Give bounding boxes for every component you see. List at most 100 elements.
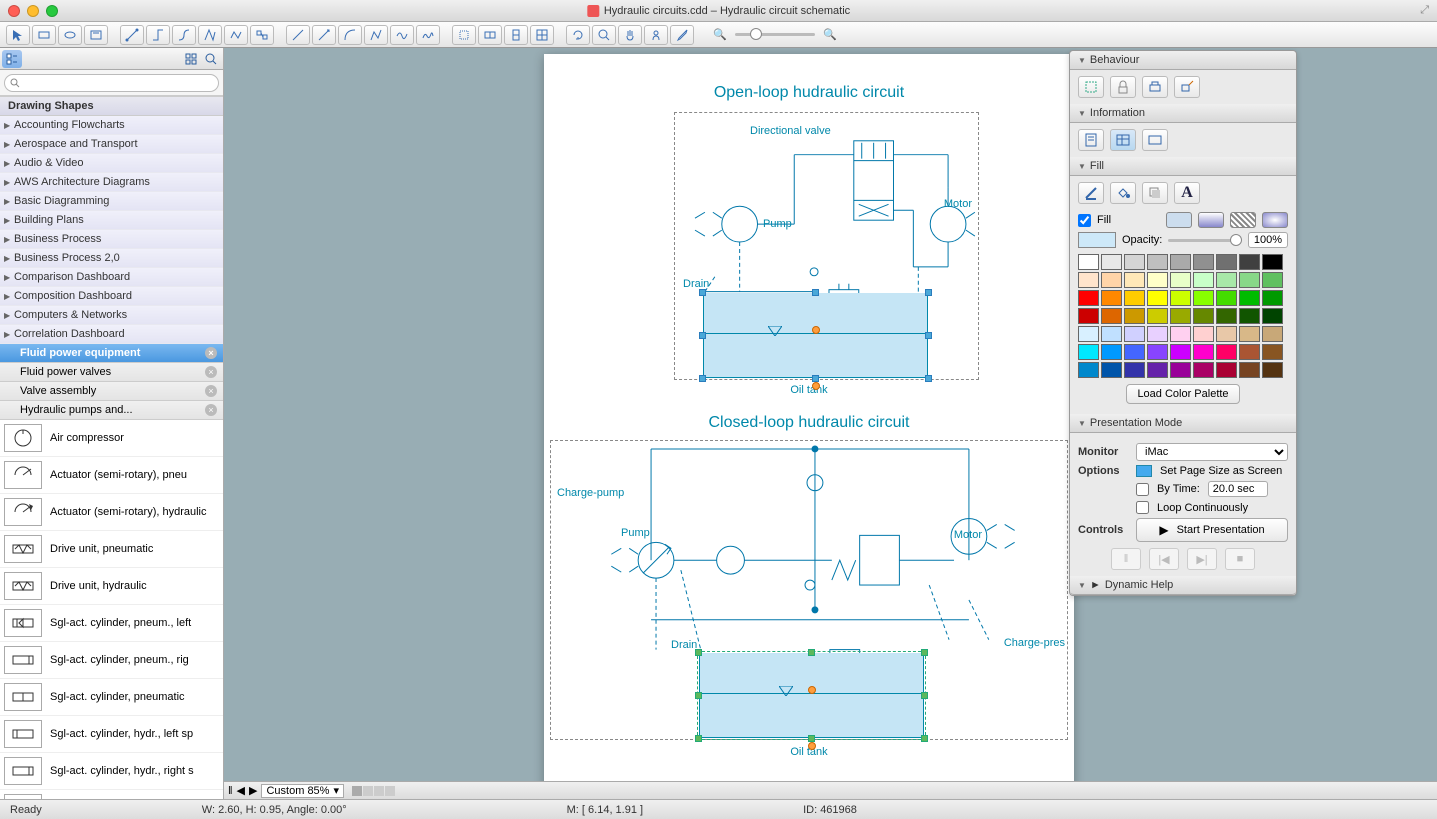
fill-header[interactable]: Fill: [1070, 157, 1296, 176]
sidebar-shape-item[interactable]: Sgl-act. cylinder, pneum., left: [0, 605, 223, 642]
dynamic-help-header[interactable]: ▼ Dynamic Help: [1070, 576, 1296, 595]
sidebar-open-library[interactable]: Fluid power valves×: [0, 363, 223, 382]
sidebar-open-library[interactable]: Valve assembly×: [0, 382, 223, 401]
sidebar-category[interactable]: Accounting Flowcharts: [0, 116, 223, 135]
sidebar-shape-item[interactable]: Sgl-act. cylinder, hydr., left sp: [0, 716, 223, 753]
close-icon[interactable]: ×: [205, 366, 217, 378]
behaviour-header[interactable]: Behaviour: [1070, 51, 1296, 70]
pan-tool[interactable]: [618, 25, 642, 45]
palette-swatch[interactable]: [1262, 290, 1283, 306]
palette-swatch[interactable]: [1124, 290, 1145, 306]
palette-swatch[interactable]: [1124, 308, 1145, 324]
fill-checkbox[interactable]: [1078, 214, 1091, 227]
by-time-checkbox[interactable]: [1136, 483, 1149, 496]
palette-swatch[interactable]: [1193, 272, 1214, 288]
align-tool-3[interactable]: [504, 25, 528, 45]
palette-swatch[interactable]: [1147, 344, 1168, 360]
opacity-slider[interactable]: [1168, 239, 1242, 242]
eyedropper-tool[interactable]: [670, 25, 694, 45]
palette-swatch[interactable]: [1262, 326, 1283, 342]
sidebar-shape-item[interactable]: Actuator (semi-rotary), hydraulic: [0, 494, 223, 531]
align-tool-1[interactable]: [452, 25, 476, 45]
connector-tool-1[interactable]: [120, 25, 144, 45]
fill-text-icon[interactable]: A: [1174, 182, 1200, 204]
connector-tool-5[interactable]: [224, 25, 248, 45]
stop-icon[interactable]: ■: [1225, 548, 1255, 570]
library-view-icon[interactable]: [2, 50, 22, 68]
palette-swatch[interactable]: [1262, 308, 1283, 324]
connector-tool-4[interactable]: [198, 25, 222, 45]
info-data-icon[interactable]: [1110, 129, 1136, 151]
sidebar-open-library[interactable]: Hydraulic pumps and...×: [0, 401, 223, 420]
fill-radial-button[interactable]: [1262, 212, 1288, 228]
loop-checkbox[interactable]: [1136, 501, 1149, 514]
zoom-track[interactable]: [735, 33, 815, 36]
palette-swatch[interactable]: [1193, 344, 1214, 360]
palette-swatch[interactable]: [1124, 344, 1145, 360]
align-tool-2[interactable]: [478, 25, 502, 45]
zoom-in-icon[interactable]: 🔍: [821, 26, 839, 44]
palette-swatch[interactable]: [1124, 326, 1145, 342]
by-time-input[interactable]: [1208, 481, 1268, 497]
sidebar-shape-item[interactable]: Sgl-act. cylinder, pneumatic: [0, 679, 223, 716]
grid-view-icon[interactable]: [181, 50, 201, 68]
ellipse-tool[interactable]: [58, 25, 82, 45]
palette-swatch[interactable]: [1239, 326, 1260, 342]
next-slide-icon[interactable]: ▶|: [1187, 548, 1217, 570]
fill-color-swatch[interactable]: [1078, 232, 1116, 248]
palette-swatch[interactable]: [1170, 272, 1191, 288]
palette-swatch[interactable]: [1262, 254, 1283, 270]
palette-swatch[interactable]: [1078, 254, 1099, 270]
rotate-tool[interactable]: [566, 25, 590, 45]
palette-swatch[interactable]: [1078, 344, 1099, 360]
crop-tool[interactable]: [644, 25, 668, 45]
palette-swatch[interactable]: [1216, 326, 1237, 342]
palette-swatch[interactable]: [1239, 362, 1260, 378]
palette-swatch[interactable]: [1170, 362, 1191, 378]
palette-swatch[interactable]: [1216, 290, 1237, 306]
set-page-label[interactable]: Set Page Size as Screen: [1160, 465, 1282, 477]
palette-swatch[interactable]: [1078, 272, 1099, 288]
palette-swatch[interactable]: [1101, 254, 1122, 270]
fill-gradient-button[interactable]: [1198, 212, 1224, 228]
canvas-page[interactable]: Open-loop hudraulic circuit: [544, 54, 1074, 799]
load-palette-button[interactable]: Load Color Palette: [1126, 384, 1239, 404]
fill-pen-icon[interactable]: [1078, 182, 1104, 204]
presentation-header[interactable]: Presentation Mode: [1070, 414, 1296, 433]
connector-tool-2[interactable]: [146, 25, 170, 45]
page-tab[interactable]: [385, 786, 395, 796]
palette-swatch[interactable]: [1193, 326, 1214, 342]
nav-next-icon[interactable]: ▶: [249, 784, 257, 797]
line-tool-1[interactable]: [286, 25, 310, 45]
palette-swatch[interactable]: [1262, 344, 1283, 360]
palette-swatch[interactable]: [1078, 308, 1099, 324]
palette-swatch[interactable]: [1239, 290, 1260, 306]
close-icon[interactable]: ×: [205, 404, 217, 416]
connector-tool-6[interactable]: [250, 25, 274, 45]
palette-swatch[interactable]: [1101, 326, 1122, 342]
palette-swatch[interactable]: [1101, 308, 1122, 324]
sidebar-shape-item[interactable]: Drive unit, hydraulic: [0, 568, 223, 605]
palette-swatch[interactable]: [1170, 254, 1191, 270]
rect-tool[interactable]: [32, 25, 56, 45]
prev-slide-icon[interactable]: |◀: [1149, 548, 1179, 570]
page-tab[interactable]: [374, 786, 384, 796]
sidebar-shape-item[interactable]: Sgl-act. cylinder, pneum., rig: [0, 642, 223, 679]
close-icon[interactable]: ×: [205, 385, 217, 397]
sidebar-category[interactable]: AWS Architecture Diagrams: [0, 173, 223, 192]
text-tool[interactable]: [84, 25, 108, 45]
sidebar-shape-item[interactable]: Air compressor: [0, 420, 223, 457]
sidebar-shape-item[interactable]: Sgl-act. cylinder, hydr., right s: [0, 753, 223, 790]
palette-swatch[interactable]: [1216, 254, 1237, 270]
monitor-select[interactable]: iMac: [1136, 443, 1288, 461]
zoom-out-icon[interactable]: 🔍: [711, 26, 729, 44]
sidebar-open-library[interactable]: Fluid power equipment×: [0, 344, 223, 363]
palette-swatch[interactable]: [1239, 272, 1260, 288]
sidebar-category[interactable]: Building Plans: [0, 211, 223, 230]
palette-swatch[interactable]: [1147, 290, 1168, 306]
palette-swatch[interactable]: [1147, 326, 1168, 342]
palette-swatch[interactable]: [1078, 326, 1099, 342]
freehand-tool[interactable]: [416, 25, 440, 45]
sidebar-shape-item[interactable]: Sgl-act. cylinder, hydraulic: [0, 790, 223, 799]
palette-swatch[interactable]: [1239, 254, 1260, 270]
